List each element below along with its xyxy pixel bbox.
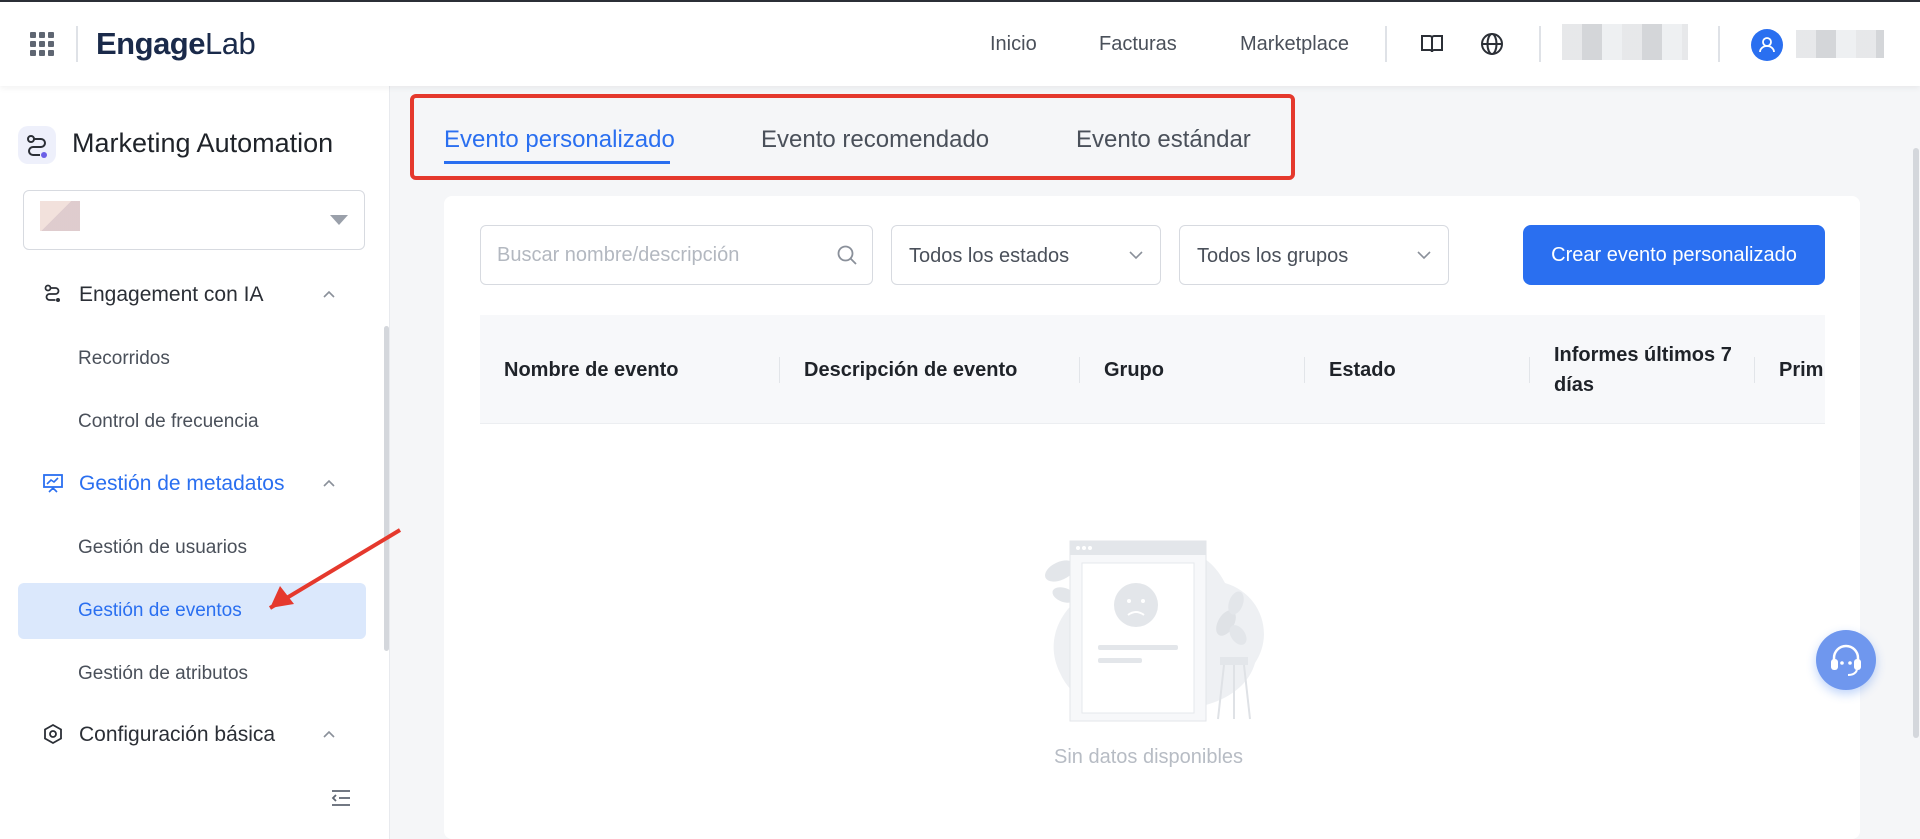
- sidebar-item-label: Control de frecuencia: [78, 411, 259, 432]
- column-header-estado[interactable]: Estado: [1329, 315, 1396, 423]
- group-filter-value: Todos los grupos: [1197, 245, 1349, 267]
- column-header-primera[interactable]: Prim: [1779, 315, 1823, 423]
- marketing-automation-icon: [18, 126, 56, 164]
- menu-group-label: Configuración básica: [79, 723, 276, 746]
- column-header-nombre[interactable]: Nombre de evento: [504, 315, 678, 423]
- column-separator: [1304, 357, 1305, 383]
- account-info-redacted: [1562, 24, 1688, 60]
- status-filter-value: Todos los estados: [909, 245, 1070, 267]
- nav-facturas[interactable]: Facturas: [1099, 33, 1177, 56]
- table-header: Nombre de evento Descripción de evento G…: [480, 315, 1825, 424]
- chevron-down-icon: [1129, 251, 1143, 260]
- collapse-sidebar-icon[interactable]: [330, 788, 352, 808]
- sidebar-item-gestion-atributos[interactable]: Gestión de atributos: [18, 646, 366, 702]
- chevron-up-icon: [323, 479, 335, 487]
- presentation-chart-icon: [43, 474, 63, 493]
- menu-group-engagement[interactable]: Engagement con IA: [0, 273, 390, 317]
- app-thumbnail-redacted: [40, 201, 80, 231]
- chevron-up-icon: [323, 290, 335, 298]
- chevron-up-icon: [323, 730, 335, 738]
- support-button[interactable]: [1816, 630, 1876, 690]
- divider: [1539, 26, 1541, 62]
- search-input[interactable]: [497, 240, 817, 270]
- create-custom-event-button[interactable]: Crear evento personalizado: [1523, 225, 1825, 285]
- nav-marketplace[interactable]: Marketplace: [1240, 33, 1349, 56]
- page-scrollbar[interactable]: [1913, 148, 1919, 738]
- book-icon[interactable]: [1418, 30, 1446, 58]
- divider: [1718, 26, 1720, 62]
- events-card: [444, 196, 1860, 839]
- sidebar-item-label: Gestión de usuarios: [78, 537, 247, 558]
- user-icon: [1759, 37, 1775, 53]
- sidebar-item-label: Gestión de atributos: [78, 663, 249, 684]
- column-separator: [1079, 357, 1080, 383]
- globe-icon[interactable]: [1478, 30, 1506, 58]
- username-redacted: [1796, 30, 1884, 58]
- divider: [1385, 26, 1387, 62]
- sidebar-item-label: Recorridos: [78, 348, 170, 369]
- sidebar-item-recorridos[interactable]: Recorridos: [18, 331, 366, 387]
- settings-hexagon-icon: [44, 723, 62, 745]
- empty-state-illustration: [1045, 540, 1264, 722]
- column-header-informes[interactable]: Informes últimos 7 días: [1554, 315, 1754, 423]
- divider: [76, 26, 78, 62]
- sidebar-item-control-frecuencia[interactable]: Control de frecuencia: [18, 394, 366, 450]
- caret-down-icon: [330, 215, 348, 225]
- apps-grid-icon[interactable]: [30, 32, 54, 56]
- column-separator: [1754, 357, 1755, 383]
- status-filter-dropdown[interactable]: Todos los estados: [891, 225, 1161, 285]
- column-separator: [1529, 357, 1530, 383]
- empty-state-text: Sin datos disponibles: [1054, 746, 1244, 768]
- nav-inicio[interactable]: Inicio: [990, 33, 1037, 56]
- column-header-descripcion[interactable]: Descripción de evento: [804, 315, 1017, 423]
- menu-group-label: Engagement con IA: [79, 283, 264, 306]
- top-bar: EngageLab Inicio Facturas Marketplace: [0, 0, 1920, 86]
- sidebar: Marketing Automation Engagement con IA R…: [0, 86, 390, 839]
- column-separator: [779, 357, 780, 383]
- flow-icon: [44, 284, 60, 302]
- support-icon: [1831, 644, 1861, 676]
- menu-group-label: Gestión de metadatos: [79, 472, 285, 495]
- search-field[interactable]: [480, 225, 873, 285]
- column-header-grupo[interactable]: Grupo: [1104, 315, 1164, 423]
- user-avatar[interactable]: [1751, 29, 1783, 61]
- group-filter-dropdown[interactable]: Todos los grupos: [1179, 225, 1449, 285]
- chevron-down-icon: [1417, 251, 1431, 260]
- annotation-arrow: [268, 528, 402, 610]
- search-icon[interactable]: [836, 244, 858, 266]
- menu-group-configuracion[interactable]: Configuración básica: [0, 713, 390, 757]
- engagelab-logo[interactable]: EngageLab: [96, 26, 256, 62]
- product-title: Marketing Automation: [72, 128, 334, 158]
- sidebar-item-label: Gestión de eventos: [78, 600, 242, 621]
- menu-group-metadatos[interactable]: Gestión de metadatos: [0, 462, 390, 506]
- tabs-highlight-box: [410, 94, 1295, 180]
- app-selector[interactable]: [23, 190, 365, 250]
